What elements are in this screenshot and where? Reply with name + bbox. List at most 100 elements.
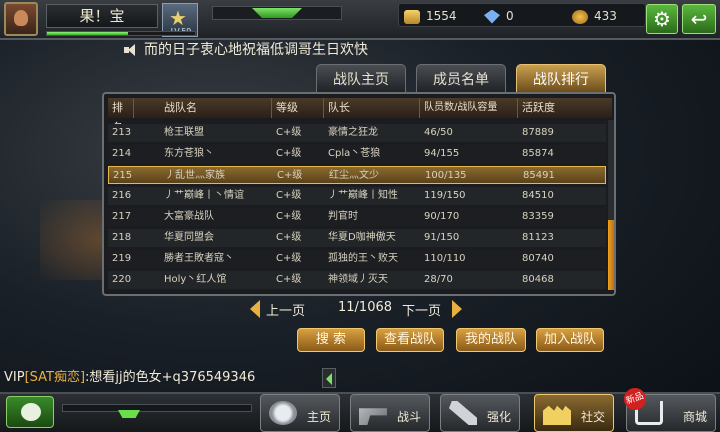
cell-count: 46/50 <box>424 127 453 138</box>
cell-level: C+级 <box>276 253 302 264</box>
scrollbar-thumb[interactable] <box>608 220 614 290</box>
header-leader: 队长 <box>324 98 420 118</box>
cell-count: 94/155 <box>424 148 460 159</box>
nav-social-label: 社交 <box>580 410 605 424</box>
table-row[interactable]: 218 华夏同盟会 C+级 华夏D咖神傲天 91/150 81123 <box>108 229 606 247</box>
cell-rank: 219 <box>112 253 132 264</box>
cell-count: 100/135 <box>425 170 467 181</box>
nav-social-button[interactable]: 社交 <box>534 394 614 432</box>
xp-bar <box>46 31 196 36</box>
tab-team-ranking[interactable]: 战队排行 <box>516 64 606 94</box>
announcement-text: 而的日子衷心地祝福低调哥生日欢快 <box>144 42 368 58</box>
gold-amount: 1554 <box>426 9 457 23</box>
chevron-right-icon[interactable] <box>452 300 462 318</box>
cell-rank: 214 <box>112 148 132 159</box>
join-team-button[interactable]: 加入战队 <box>536 328 604 352</box>
chat-line: VIP[SAT痴恋]:想看jj的色女+q376549346 <box>4 368 320 388</box>
search-button[interactable]: 搜 索 <box>297 328 365 352</box>
tab-member-list[interactable]: 成员名单 <box>416 64 506 94</box>
coin-amount: 433 <box>594 9 617 23</box>
cell-active: 87889 <box>522 127 554 138</box>
cell-active: 81123 <box>522 232 554 243</box>
view-team-button[interactable]: 查看战队 <box>376 328 444 352</box>
nav-shop-label: 商城 <box>682 410 707 424</box>
nav-upgrade-label: 强化 <box>486 410 511 424</box>
table-row[interactable]: 220 Holy丶红人馆 C+级 神领域丿灭天 28/70 80468 <box>108 271 606 289</box>
header-active: 活跃度 <box>522 101 555 114</box>
cell-rank: 216 <box>112 190 132 201</box>
prev-page-button[interactable]: 上一页 <box>266 300 305 319</box>
tab-team-home[interactable]: 战队主页 <box>316 64 406 94</box>
cell-level: C+级 <box>276 148 302 159</box>
cell-leader: 红尘灬文少 <box>329 170 379 181</box>
chat-vip: VIP <box>4 370 25 385</box>
chat-button[interactable] <box>6 396 54 428</box>
table-row[interactable]: 217 大富豪战队 C+级 判官时 90/170 83359 <box>108 208 606 226</box>
page-indicator: 11/1068 <box>338 300 393 315</box>
cell-count: 28/70 <box>424 274 453 285</box>
people-icon <box>543 405 571 425</box>
header-name: 战队名 <box>160 98 272 118</box>
cell-level: C+级 <box>276 232 302 243</box>
table-row-selected[interactable]: 215 丿乱世灬家族 C+级 红尘灬文少 100/135 85491 <box>108 166 606 184</box>
cell-name: 大富豪战队 <box>164 211 214 222</box>
chat-user[interactable]: [SAT痴恋] <box>25 370 85 385</box>
table-row[interactable]: 213 枪王联盟 C+级 豪情之狂龙 46/50 87889 <box>108 124 606 142</box>
cell-leader: 神领域丿灭天 <box>328 274 388 285</box>
cell-name: 华夏同盟会 <box>164 232 214 243</box>
gold-resource: 1554 <box>404 6 484 26</box>
cell-active: 85491 <box>523 170 555 181</box>
cell-name: 枪王联盟 <box>164 127 204 138</box>
cell-leader: 华夏D咖神傲天 <box>328 232 396 243</box>
nav-upgrade-button[interactable]: 强化 <box>440 394 520 432</box>
header-rank: 排名 <box>108 98 134 134</box>
ranking-table: 排名 战队名 等级 队长 队员数/战队容量 活跃度 213 枪王联盟 C+级 豪… <box>102 92 616 296</box>
cell-count: 110/110 <box>424 253 466 264</box>
player-name: 果！宝 <box>46 4 158 28</box>
cell-name: 勝者王敗者寇丶 <box>164 253 234 264</box>
my-team-button[interactable]: 我的战队 <box>456 328 526 352</box>
nav-home-button[interactable]: 主页 <box>260 394 340 432</box>
diamond-icon <box>484 9 500 24</box>
cell-active: 83359 <box>522 211 554 222</box>
cell-active: 84510 <box>522 190 554 201</box>
player-avatar[interactable] <box>4 2 38 36</box>
bottom-progress-bar <box>62 404 252 412</box>
table-row[interactable]: 214 东方苍狼丶 C+级 Cpla丶苍狼 94/155 85874 <box>108 145 606 163</box>
nav-battle-button[interactable]: 战斗 <box>350 394 430 432</box>
table-row[interactable]: 216 丿艹巅峰丨丶情谊 C+级 丿艹巅峰丨知性 119/150 84510 <box>108 187 606 205</box>
diamond-amount: 0 <box>506 9 514 23</box>
back-button[interactable]: ↩ <box>682 4 716 34</box>
cell-name: 丿乱世灬家族 <box>165 170 225 181</box>
cell-count: 91/150 <box>424 232 460 243</box>
cell-name: Holy丶红人馆 <box>164 274 227 285</box>
nav-battle-label: 战斗 <box>396 410 421 424</box>
chat-collapse-icon[interactable] <box>322 368 336 388</box>
next-page-button[interactable]: 下一页 <box>402 300 441 319</box>
cell-count: 119/150 <box>424 190 466 201</box>
cell-active: 80468 <box>522 274 554 285</box>
chat-message: :想看jj的色女+q376549346 <box>85 370 256 385</box>
cell-leader: Cpla丶苍狼 <box>328 148 381 159</box>
cell-level: C+级 <box>277 170 303 181</box>
cell-rank: 215 <box>113 170 133 181</box>
chat-bubble-icon <box>21 403 41 421</box>
cell-level: C+级 <box>276 127 302 138</box>
gold-icon <box>404 9 420 24</box>
cell-rank: 220 <box>112 274 132 285</box>
settings-button[interactable]: ⚙ <box>646 4 678 34</box>
cell-level: C+级 <box>276 274 302 285</box>
table-scrollbar[interactable] <box>608 120 614 290</box>
chevron-left-icon[interactable] <box>250 300 260 318</box>
xp-fill <box>47 32 129 35</box>
wrench-icon <box>449 401 477 425</box>
speaker-icon <box>124 43 138 57</box>
pagination: 上一页 11/1068 下一页 <box>250 298 470 320</box>
header-level: 等级 <box>272 98 324 118</box>
cell-rank: 217 <box>112 211 132 222</box>
cell-leader: 孤独的王丶败天 <box>328 253 398 264</box>
cell-rank: 213 <box>112 127 132 138</box>
cell-leader: 判官时 <box>328 211 358 222</box>
cell-leader: 丿艹巅峰丨知性 <box>328 190 398 201</box>
table-row[interactable]: 219 勝者王敗者寇丶 C+级 孤独的王丶败天 110/110 80740 <box>108 250 606 268</box>
